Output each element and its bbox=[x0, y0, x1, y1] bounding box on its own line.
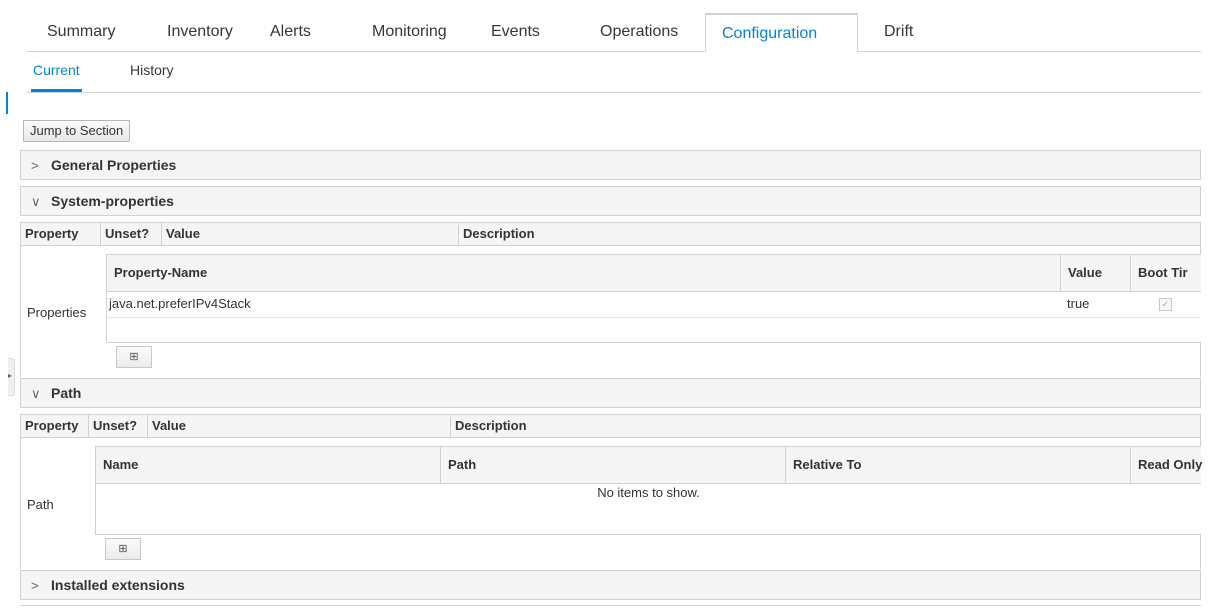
boot-time-checkbox[interactable]: ✓ bbox=[1159, 298, 1172, 311]
section-path[interactable]: ∨ Path bbox=[20, 378, 1201, 408]
sidebar-collapse-handle[interactable]: ▸ bbox=[8, 358, 15, 396]
col-boot-time[interactable]: Boot Tir bbox=[1131, 255, 1203, 291]
tab-drift[interactable]: Drift bbox=[868, 13, 929, 51]
property-value-cell[interactable]: true bbox=[1065, 291, 1089, 317]
tab-configuration[interactable]: Configuration bbox=[705, 13, 858, 52]
tab-operations[interactable]: Operations bbox=[584, 13, 694, 51]
col-path[interactable]: Path bbox=[441, 447, 786, 483]
section-system-properties[interactable]: ∨ System-properties bbox=[20, 186, 1201, 216]
tab-summary[interactable]: Summary bbox=[31, 13, 131, 51]
col-value: Value bbox=[148, 415, 451, 437]
system-properties-body: Properties Property-Name Value Boot Tir … bbox=[20, 246, 1201, 377]
add-row-button[interactable]: ⊞ bbox=[116, 346, 152, 368]
tab-alerts[interactable]: Alerts bbox=[254, 13, 327, 51]
section-general-properties[interactable]: > General Properties bbox=[20, 150, 1201, 180]
tab-events[interactable]: Events bbox=[475, 13, 556, 51]
col-description: Description bbox=[463, 226, 535, 241]
grid-header: Name Path Relative To Read Only bbox=[96, 447, 1203, 484]
main-tabs: Summary Inventory Alerts Monitoring Even… bbox=[27, 13, 1201, 52]
col-read-only[interactable]: Read Only bbox=[1131, 447, 1203, 483]
row-label-path: Path bbox=[27, 497, 54, 512]
tab-inventory[interactable]: Inventory bbox=[151, 13, 249, 51]
col-unset: Unset? bbox=[89, 415, 148, 437]
path-grid: Name Path Relative To Read Only No items… bbox=[95, 446, 1203, 535]
col-property: Property bbox=[21, 415, 89, 437]
col-name[interactable]: Name bbox=[96, 447, 441, 483]
chevron-right-icon: > bbox=[31, 158, 39, 173]
section-title: General Properties bbox=[51, 157, 177, 173]
chevron-down-icon: ∨ bbox=[31, 194, 41, 209]
path-body: Path Name Path Relative To Read Only No … bbox=[20, 438, 1203, 569]
chevron-down-icon: ∨ bbox=[31, 386, 41, 401]
subtab-current[interactable]: Current bbox=[31, 62, 82, 92]
col-relative-to[interactable]: Relative To bbox=[786, 447, 1131, 483]
property-table-header: Property Unset? Value Description bbox=[20, 222, 1201, 246]
grid-header: Property-Name Value Boot Tir bbox=[107, 255, 1201, 292]
sub-tabs: Current History bbox=[27, 52, 1201, 93]
chevron-right-icon: > bbox=[31, 578, 39, 593]
col-value: Value bbox=[162, 223, 459, 245]
jump-to-section-button[interactable]: Jump to Section bbox=[23, 120, 131, 142]
subtab-history[interactable]: History bbox=[130, 62, 174, 78]
col-value[interactable]: Value bbox=[1061, 255, 1131, 291]
chevron-right-icon: ▸ bbox=[8, 371, 13, 380]
empty-message: No items to show. bbox=[597, 485, 700, 500]
nav-active-indicator bbox=[6, 92, 8, 114]
left-nav-strip: ▸ bbox=[0, 0, 15, 612]
col-description: Description bbox=[455, 418, 527, 433]
section-title: Path bbox=[51, 385, 82, 401]
property-table-header: Property Unset? Value Description bbox=[20, 414, 1201, 438]
tab-monitoring[interactable]: Monitoring bbox=[356, 13, 463, 51]
divider bbox=[20, 605, 1201, 606]
section-title: Installed extensions bbox=[51, 577, 185, 593]
section-title: System-properties bbox=[51, 193, 174, 209]
property-name-cell[interactable]: java.net.preferIPv4Stack bbox=[107, 291, 251, 317]
col-unset: Unset? bbox=[101, 223, 162, 245]
row-label-properties: Properties bbox=[27, 305, 87, 320]
add-row-button[interactable]: ⊞ bbox=[105, 538, 141, 560]
table-row[interactable]: java.net.preferIPv4Stack true ✓ bbox=[107, 291, 1201, 318]
section-installed-extensions[interactable]: > Installed extensions bbox=[20, 570, 1201, 600]
col-property-name[interactable]: Property-Name bbox=[107, 255, 1061, 291]
col-property: Property bbox=[21, 223, 101, 245]
system-properties-grid: Property-Name Value Boot Tir java.net.pr… bbox=[106, 254, 1201, 343]
